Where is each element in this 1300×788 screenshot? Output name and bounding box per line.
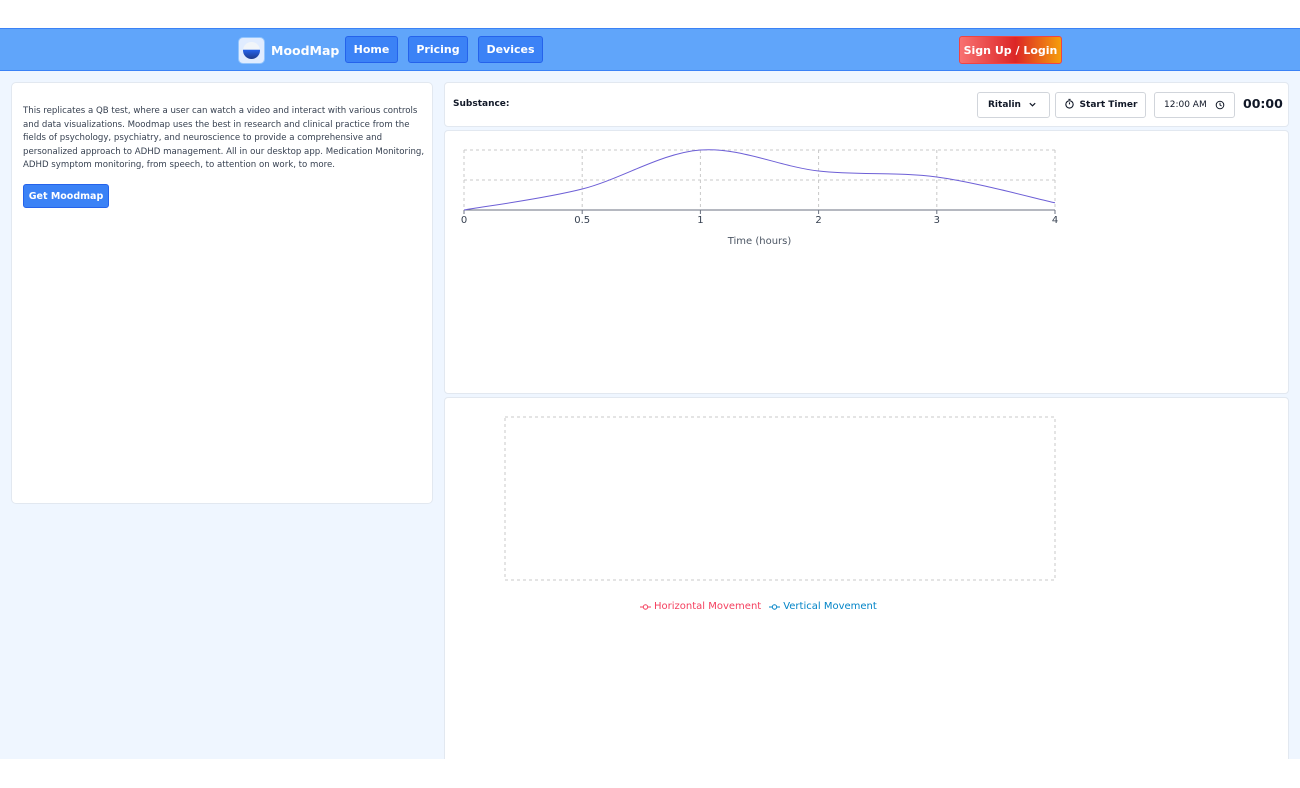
legend-horizontal[interactable]: Horizontal Movement bbox=[640, 601, 761, 612]
legend-marker-icon bbox=[640, 603, 651, 610]
substance-value: Ritalin bbox=[988, 100, 1021, 110]
navbar: MoodMap Home Pricing Devices Sign Up / L… bbox=[0, 28, 1300, 71]
x-axis-label: Time (hours) bbox=[727, 236, 792, 247]
medication-chart: 0 0.5 1 2 3 4 Time (hours) bbox=[461, 149, 1058, 247]
substance-bar: Substance: Ritalin Start Timer 12:00 AM … bbox=[444, 82, 1289, 127]
time-value: 12:00 AM bbox=[1164, 100, 1207, 110]
x-tick-label: 3 bbox=[934, 215, 940, 226]
brand-name: MoodMap bbox=[271, 42, 340, 58]
timer-display: 00:00 bbox=[1243, 96, 1283, 111]
chevron-down-icon bbox=[1028, 100, 1037, 112]
x-tick-label: 1 bbox=[697, 215, 703, 226]
x-tick-label: 2 bbox=[815, 215, 821, 226]
medication-chart-panel: 0 0.5 1 2 3 4 Time (hours) bbox=[444, 130, 1289, 394]
nav-pricing-button[interactable]: Pricing bbox=[408, 36, 468, 63]
stopwatch-icon bbox=[1064, 98, 1075, 112]
time-input[interactable]: 12:00 AM bbox=[1154, 92, 1235, 118]
start-timer-button[interactable]: Start Timer bbox=[1055, 92, 1146, 118]
moodmap-logo-icon bbox=[238, 36, 265, 64]
brand[interactable]: MoodMap bbox=[238, 36, 339, 64]
intro-description: This replicates a QB test, where a user … bbox=[23, 106, 425, 170]
movement-plot-area bbox=[504, 416, 1056, 581]
substance-label: Substance: bbox=[453, 99, 510, 109]
nav-home-button[interactable]: Home bbox=[345, 36, 398, 63]
intro-panel: This replicates a QB test, where a user … bbox=[11, 82, 433, 504]
clock-icon bbox=[1215, 100, 1225, 113]
legend-marker-icon bbox=[769, 603, 781, 610]
x-tick-label: 4 bbox=[1052, 215, 1058, 226]
x-tick-label: 0 bbox=[461, 215, 467, 226]
legend-vertical-label: Vertical Movement bbox=[783, 601, 877, 612]
bottom-strip bbox=[0, 759, 1300, 788]
top-strip bbox=[0, 0, 1300, 28]
page: MoodMap Home Pricing Devices Sign Up / L… bbox=[0, 0, 1300, 788]
legend-horizontal-label: Horizontal Movement bbox=[654, 601, 762, 612]
legend-vertical[interactable]: Vertical Movement bbox=[769, 601, 877, 612]
movement-chart-panel: Horizontal Movement Vertical Movement bbox=[444, 397, 1289, 759]
x-tick-label: 0.5 bbox=[574, 215, 590, 226]
substance-select[interactable]: Ritalin bbox=[977, 92, 1050, 118]
movement-legend: Horizontal Movement Vertical Movement bbox=[640, 601, 877, 612]
start-timer-label: Start Timer bbox=[1079, 100, 1138, 110]
nav-devices-button[interactable]: Devices bbox=[478, 36, 543, 63]
signup-login-button[interactable]: Sign Up / Login bbox=[959, 36, 1062, 64]
get-moodmap-button[interactable]: Get Moodmap bbox=[23, 184, 109, 208]
movement-chart bbox=[504, 416, 1056, 581]
